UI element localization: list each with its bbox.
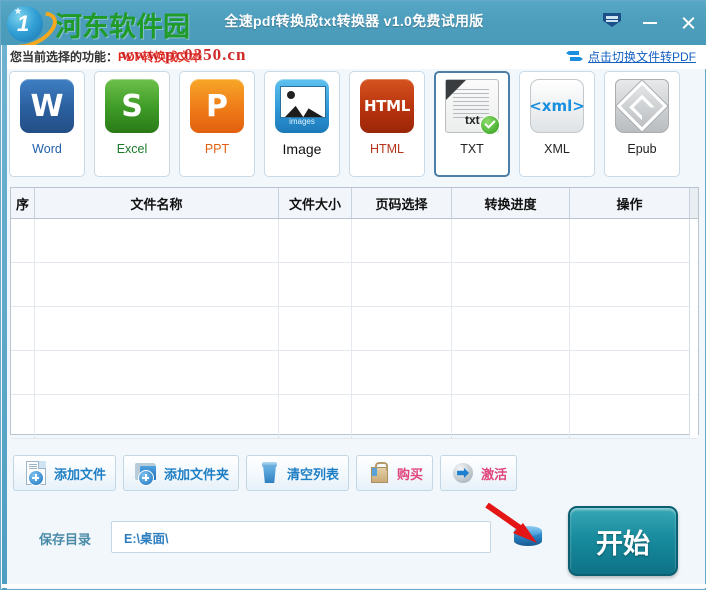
format-tile-excel[interactable]: S Excel <box>94 71 170 177</box>
format-tile-ppt[interactable]: P PPT <box>179 71 255 177</box>
format-tile-label: HTML <box>369 142 405 156</box>
format-tile-epub[interactable]: Epub <box>604 71 680 177</box>
column-header-filename[interactable]: 文件名称 <box>35 188 279 218</box>
column-header-pagerange[interactable]: 页码选择 <box>352 188 452 218</box>
ppt-icon: P <box>186 77 248 139</box>
action-button-bar: 添加文件 添加文件夹 清空列表 购买 激活 <box>13 455 518 491</box>
table-row[interactable] <box>11 351 698 395</box>
trash-icon <box>256 460 282 486</box>
txt-icon-glyph: txt <box>465 113 480 127</box>
add-file-label: 添加文件 <box>54 467 107 483</box>
folder-plus-icon <box>133 460 159 486</box>
logo-globe-icon: 1 <box>1 3 63 56</box>
format-tile-label: Word <box>32 142 62 156</box>
file-table: 序 文件名称 文件大小 页码选择 转换进度 操作 <box>10 187 699 439</box>
format-tile-list: W Word S Excel P PPT images Image HTML H… <box>9 71 699 179</box>
format-tile-xml[interactable]: <xml> XML <box>519 71 595 177</box>
minimize-icon <box>643 22 657 24</box>
excel-icon: S <box>101 77 163 139</box>
activate-button[interactable]: 激活 <box>440 455 518 491</box>
switch-mode-link[interactable]: 点击切换文件转PDF <box>565 48 696 65</box>
save-directory-label: 保存目录 <box>39 533 92 548</box>
xml-icon-glyph: <xml> <box>529 97 585 115</box>
html-icon-glyph: HTML <box>363 97 411 115</box>
column-header-index[interactable]: 序 <box>11 188 35 218</box>
add-folder-label: 添加文件夹 <box>164 467 230 483</box>
table-row[interactable] <box>11 219 698 263</box>
close-button[interactable] <box>677 12 699 34</box>
purchase-button[interactable]: 购买 <box>356 455 434 491</box>
browse-folder-icon[interactable] <box>514 526 542 548</box>
epub-icon <box>611 77 673 139</box>
close-icon <box>681 16 696 31</box>
format-tile-image[interactable]: images Image <box>264 71 340 177</box>
selected-check-icon <box>480 115 500 135</box>
column-header-filesize[interactable]: 文件大小 <box>279 188 352 218</box>
add-file-button[interactable]: 添加文件 <box>13 455 117 491</box>
format-tile-label: Excel <box>116 142 148 156</box>
format-tile-label: Epub <box>627 142 657 156</box>
image-icon-caption: images <box>289 117 315 126</box>
function-bar: 您当前选择的功能：PDF转换成文本 点击切换文件转PDF <box>2 45 706 69</box>
purchase-label: 购买 <box>397 467 424 483</box>
format-tile-label: PPT <box>204 142 230 156</box>
format-tile-label: Image <box>282 141 322 157</box>
format-tile-html[interactable]: HTML HTML <box>349 71 425 177</box>
word-icon: W <box>16 77 78 139</box>
file-plus-icon <box>23 460 49 486</box>
add-folder-button[interactable]: 添加文件夹 <box>123 455 240 491</box>
window-controls <box>601 9 699 37</box>
html-icon: HTML <box>356 77 418 139</box>
application-window: 全速pdf转换成txt转换器 v1.0免费试用版 1 河东软件园 www.pc0… <box>0 0 706 590</box>
table-row[interactable] <box>11 307 698 351</box>
arrow-right-icon <box>450 460 476 486</box>
current-function-label: 您当前选择的功能：PDF转换成文本 <box>10 48 202 65</box>
format-tile-label-xml: XML <box>544 142 570 156</box>
site-logo: 1 河东软件园 <box>1 3 190 56</box>
activate-label: 激活 <box>481 467 508 483</box>
image-icon: images <box>271 77 333 139</box>
xml-icon: <xml> <box>526 77 588 139</box>
format-tile-label: TXT <box>460 142 484 156</box>
left-edge-accent <box>2 45 7 590</box>
column-header-operation[interactable]: 操作 <box>570 188 690 218</box>
format-tile-txt[interactable]: txt TXT <box>434 71 510 177</box>
format-tile-word[interactable]: W Word <box>9 71 85 177</box>
minimize-button[interactable] <box>639 12 661 34</box>
current-function-value: PDF转换成文本 <box>118 50 203 64</box>
table-header-row: 序 文件名称 文件大小 页码选择 转换进度 操作 <box>11 188 698 219</box>
swap-arrows-icon <box>565 50 583 63</box>
shopping-bag-icon <box>366 460 392 486</box>
table-row[interactable] <box>11 395 698 439</box>
column-header-progress[interactable]: 转换进度 <box>452 188 570 218</box>
start-button-label: 开始 <box>596 528 650 560</box>
table-vertical-scrollbar[interactable] <box>689 219 697 435</box>
logo-text: 河东软件园 <box>55 11 190 43</box>
start-button[interactable]: 开始 <box>568 506 678 576</box>
shield-badge-icon[interactable] <box>601 12 623 34</box>
clear-list-label: 清空列表 <box>287 467 340 483</box>
column-header-spacer <box>690 188 698 218</box>
save-directory-input[interactable]: E:\桌面\ <box>111 521 491 553</box>
clear-list-button[interactable]: 清空列表 <box>246 455 350 491</box>
bottom-strip <box>2 584 706 588</box>
txt-icon: txt <box>441 77 503 139</box>
table-row[interactable] <box>11 263 698 307</box>
switch-mode-label: 点击切换文件转PDF <box>587 50 696 64</box>
current-function-prefix: 您当前选择的功能： <box>10 50 119 64</box>
